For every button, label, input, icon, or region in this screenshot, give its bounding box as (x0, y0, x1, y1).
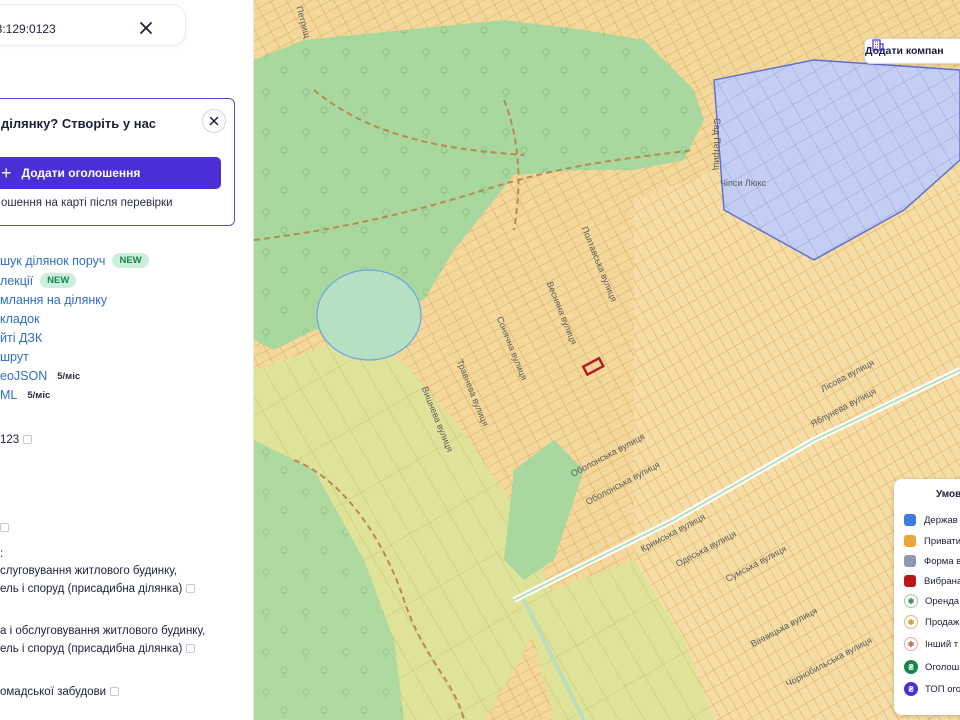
legend-label: Привати (924, 535, 960, 547)
promo-card: ділянку? Створіть у нас + Додати оголоше… (0, 98, 235, 226)
rent-icon: ✱ (904, 594, 918, 608)
color-swatch (904, 555, 916, 567)
price-label: 5/міс (57, 370, 81, 382)
side-panel: 03:129:0123 ділянку? Створіть у нас + До… (0, 0, 254, 720)
legend-item-rent: ✱ Оренда (904, 593, 959, 609)
new-badge: NEW (40, 273, 77, 288)
legend-label: Оголош (925, 661, 960, 673)
legend-label: Інший т (925, 638, 959, 650)
purpose-2-line-2: ель і споруд (присадибна ділянка) (0, 643, 196, 655)
color-swatch (904, 575, 916, 587)
menu-item-label: шрут (0, 350, 29, 364)
menu-item-kml[interactable]: ML 5/міс (0, 388, 50, 402)
legend-title: Умов (936, 489, 960, 500)
legend-item-other-form: Форма в (904, 553, 960, 569)
plus-icon: + (1, 163, 12, 183)
cadastral-number: 123 (0, 434, 33, 446)
legend-item-selected: Вибрана (904, 573, 960, 589)
pond-area[interactable] (316, 269, 422, 361)
color-swatch (904, 535, 916, 547)
search-field[interactable]: 03:129:0123 (0, 4, 186, 46)
new-badge: NEW (112, 253, 149, 268)
add-company-button[interactable]: Додати компан (864, 38, 960, 64)
legend-item-sale: ✱ Продаж (904, 614, 959, 630)
menu-item-geojson[interactable]: eoJSON 5/міс (0, 369, 80, 383)
street-label: Сад Петрищ (712, 118, 722, 171)
menu-item-label: ML (0, 388, 18, 402)
top-listing-icon: ₴ (904, 682, 918, 696)
menu-item-label: eoJSON (0, 369, 48, 383)
menu-item-label: шук ділянок поруч (0, 253, 106, 268)
purpose-text: ель і споруд (присадибна ділянка) (0, 643, 183, 655)
legend-item-listings: ₴ Оголош (904, 659, 959, 675)
legend-item-private: Привати (904, 533, 960, 549)
legend-item-state: Держав (904, 512, 958, 528)
close-icon (209, 116, 219, 126)
map-canvas[interactable] (254, 0, 960, 720)
building-icon (872, 39, 884, 51)
purpose-2-line-1: а і обслуговування житлового будинку, (0, 625, 206, 637)
menu-item-overlays[interactable]: кладок (0, 312, 40, 326)
legend-item-top-listings: ₴ ТОП огол (904, 681, 960, 697)
copy-icon[interactable] (0, 522, 9, 534)
search-value: 03:129:0123 (0, 22, 56, 36)
copy-icon[interactable] (23, 435, 33, 445)
menu-item-label: млання на ділянку (0, 293, 108, 307)
cadastral-number-text: 123 (0, 434, 20, 446)
sale-icon: ✱ (904, 615, 918, 629)
legend-label: Вибрана (924, 575, 960, 587)
place-label: Чіпси Люкс (720, 178, 767, 188)
legend-label: Оренда (925, 595, 960, 607)
legend-label: Продаж (925, 616, 960, 628)
add-listing-button[interactable]: + Додати оголошення (0, 157, 221, 189)
listing-icon: ₴ (904, 660, 918, 674)
legend-label: ТОП огол (925, 683, 960, 695)
purpose-line-2: ель і споруд (присадибна ділянка) (0, 583, 196, 595)
zone-line: омадської забудови (0, 686, 120, 698)
legend-label: Держав (924, 514, 958, 526)
menu-item-dzk[interactable]: йті ДЗК (0, 331, 42, 345)
menu-item-claim[interactable]: млання на ділянку (0, 293, 107, 307)
promo-note: ошення на карті після перевірки (1, 197, 173, 209)
close-icon[interactable] (138, 20, 154, 36)
legend-item-other-type: ✱ Інший т (904, 636, 958, 652)
legend-label: Форма в (924, 555, 960, 567)
zone-text: омадської забудови (0, 686, 107, 698)
cadastral-map[interactable]: Петрищ Вишнева вулиця Травнева вулиця Со… (254, 0, 960, 720)
price-label: 5/міс (27, 389, 51, 401)
add-listing-label: Додати оголошення (21, 166, 141, 180)
field-colon: : (0, 548, 4, 560)
copy-icon[interactable] (186, 644, 196, 654)
purpose-text: ель і споруд (присадибна ділянка) (0, 583, 183, 595)
promo-title: ділянку? Створіть у нас (1, 116, 157, 131)
copy-icon[interactable] (186, 584, 196, 594)
promo-close-button[interactable] (202, 109, 226, 133)
menu-item-collections[interactable]: лекції NEW (0, 273, 77, 288)
menu-item-label: кладок (0, 312, 40, 326)
menu-item-nearby-search[interactable]: шук ділянок поруч NEW (0, 253, 149, 268)
copy-icon[interactable] (110, 687, 120, 697)
menu-item-route[interactable]: шрут (0, 350, 29, 364)
other-type-icon: ✱ (904, 637, 918, 651)
color-swatch (904, 514, 916, 526)
map-legend: Умов Держав Привати Форма в Вибрана ✱ Ор… (894, 479, 960, 715)
menu-item-label: лекції (0, 273, 34, 288)
purpose-line-1: слуговування житлового будинку, (0, 565, 178, 577)
menu-item-label: йті ДЗК (0, 331, 43, 345)
